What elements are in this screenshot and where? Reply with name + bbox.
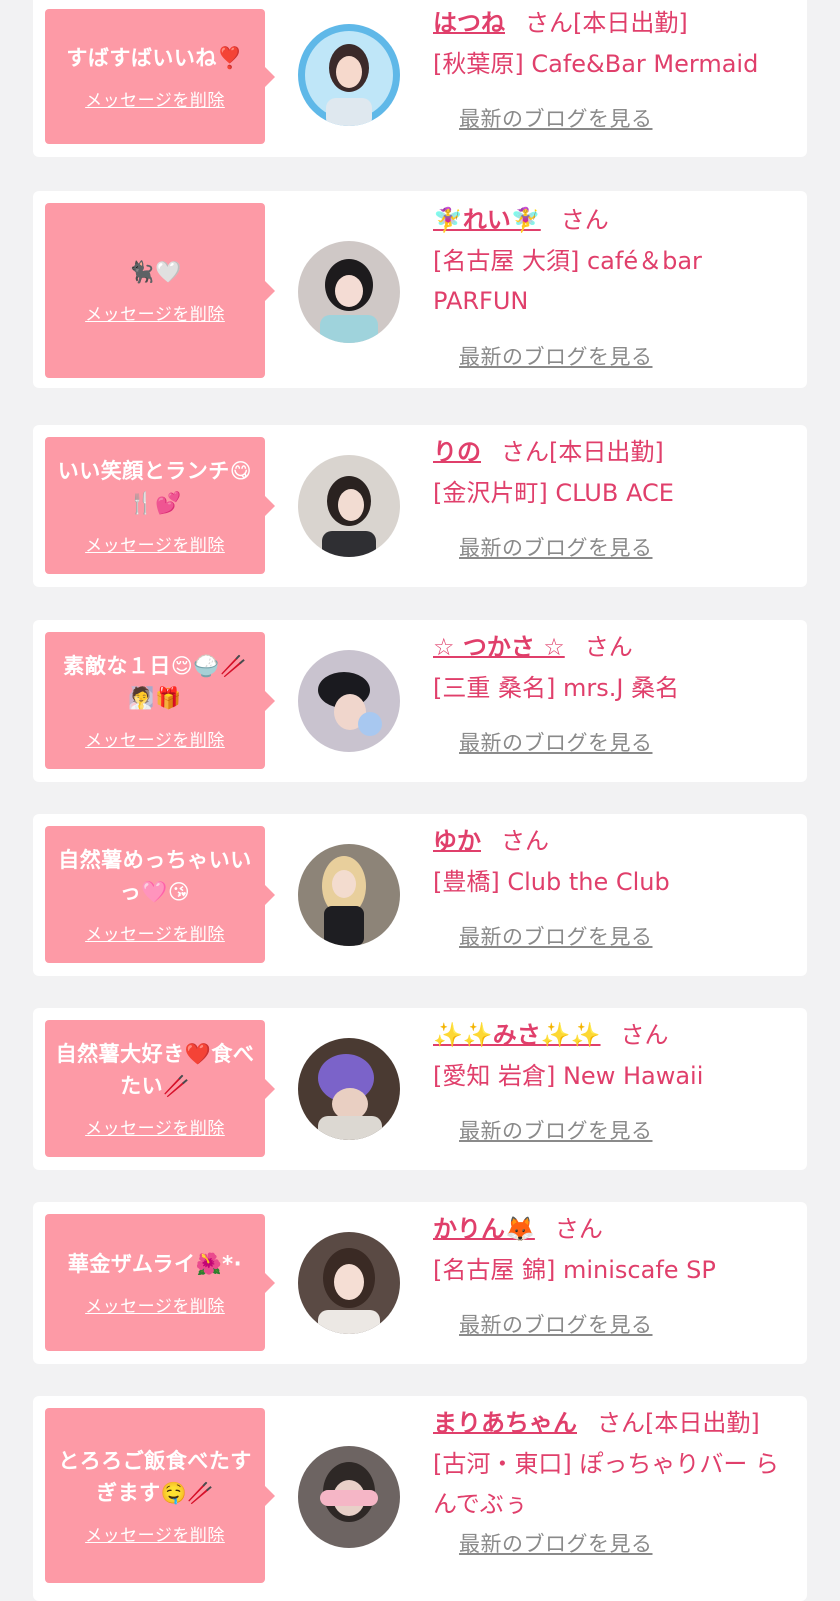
- avatar[interactable]: [298, 24, 400, 126]
- message-text: とろろご飯食べたすぎます🤤🥢: [58, 1449, 252, 1505]
- message-bubble: 素敵な１日😌🍚🥢🧖🎁 メッセージを削除: [45, 632, 275, 769]
- delete-message-link[interactable]: メッセージを削除: [85, 920, 225, 945]
- latest-blog-link[interactable]: 最新のブログを見る: [459, 341, 653, 371]
- message-card: 自然薯めっちゃいいっ🩷😘 メッセージを削除 ゆか さん [豊橋] Club the…: [33, 814, 807, 976]
- message-card: 素敵な１日😌🍚🥢🧖🎁 メッセージを削除 ☆ つかさ ☆ さん [三重 桑名] mr…: [33, 620, 807, 782]
- message-text: 自然薯めっちゃいいっ🩷😘: [58, 848, 252, 904]
- delete-message-link[interactable]: メッセージを削除: [85, 1292, 225, 1317]
- latest-blog-link[interactable]: 最新のブログを見る: [459, 532, 653, 562]
- latest-blog-link[interactable]: 最新のブログを見る: [459, 921, 653, 951]
- cast-info: はつね さん[本日出勤] [秋葉原] Cafe&Bar Mermaid: [433, 6, 793, 84]
- cast-info: ☆ つかさ ☆ さん [三重 桑名] mrs.J 桑名: [433, 630, 793, 708]
- latest-blog-link[interactable]: 最新のブログを見る: [459, 1115, 653, 1145]
- avatar[interactable]: [298, 241, 400, 343]
- message-card: とろろご飯食べたすぎます🤤🥢 メッセージを削除 まりあちゃん さん[本日出勤] […: [33, 1396, 807, 1601]
- avatar-photo-icon: [298, 844, 400, 946]
- cast-info: まりあちゃん さん[本日出勤] [古河・東口] ぽっちゃりバー らんでぶぅ: [433, 1406, 793, 1524]
- message-text: すばすばいいね❣️: [66, 46, 244, 70]
- cast-info: ゆか さん [豊橋] Club the Club: [433, 824, 793, 902]
- latest-blog-link[interactable]: 最新のブログを見る: [459, 1309, 653, 1339]
- cast-info: 🧚‍♀️れい🧚‍♀️ さん [名古屋 大須] café＆bar PARFUN: [433, 203, 793, 321]
- message-text: 🐈‍⬛🤍: [128, 260, 182, 284]
- delete-message-link[interactable]: メッセージを削除: [85, 1114, 225, 1139]
- shop-label: [名古屋 錦] miniscafe SP: [433, 1256, 716, 1284]
- cast-name-link[interactable]: まりあちゃん: [433, 1409, 577, 1437]
- delete-message-link[interactable]: メッセージを削除: [85, 1521, 225, 1546]
- message-card: 🐈‍⬛🤍 メッセージを削除 🧚‍♀️れい🧚‍♀️ さん [名古屋 大須] café…: [33, 191, 807, 388]
- avatar-photo-icon: [298, 24, 400, 126]
- latest-blog-link[interactable]: 最新のブログを見る: [459, 103, 653, 133]
- avatar[interactable]: [298, 1232, 400, 1334]
- message-bubble: とろろご飯食べたすぎます🤤🥢 メッセージを削除: [45, 1408, 275, 1583]
- message-card: すばすばいいね❣️ メッセージを削除 はつね さん[本日出勤] [秋葉原] Caf…: [33, 0, 807, 157]
- honorific-label: さん: [584, 633, 633, 661]
- cast-info: ✨✨みさ✨✨ さん [愛知 岩倉] New Hawaii: [433, 1018, 793, 1096]
- avatar[interactable]: [298, 1038, 400, 1140]
- message-text: 自然薯大好き❤️食べたい🥢: [55, 1042, 255, 1098]
- honorific-label: さん: [554, 1215, 603, 1243]
- delete-message-link[interactable]: メッセージを削除: [85, 300, 225, 325]
- message-text: 素敵な１日😌🍚🥢🧖🎁: [63, 654, 247, 710]
- honorific-label: さん: [501, 827, 549, 855]
- avatar[interactable]: [298, 455, 400, 557]
- message-list: すばすばいいね❣️ メッセージを削除 はつね さん[本日出勤] [秋葉原] Caf…: [0, 0, 840, 1601]
- delete-message-link[interactable]: メッセージを削除: [85, 86, 225, 111]
- avatar-photo-icon: [298, 1232, 400, 1334]
- message-card: 自然薯大好き❤️食べたい🥢 メッセージを削除 ✨✨みさ✨✨ さん [愛知 岩倉] …: [33, 1008, 807, 1170]
- shop-label: [金沢片町] CLUB ACE: [433, 479, 674, 507]
- shop-label: [古河・東口] ぽっちゃりバー らんでぶぅ: [433, 1450, 779, 1518]
- cast-name-link[interactable]: ✨✨みさ✨✨: [433, 1021, 601, 1049]
- message-bubble: 華金ザムライ🌺*· メッセージを削除: [45, 1214, 275, 1351]
- message-text: 華金ザムライ🌺*·: [67, 1252, 243, 1276]
- message-bubble: いい笑顔とランチ😋🍴💕 メッセージを削除: [45, 437, 275, 574]
- avatar-photo-icon: [298, 241, 400, 343]
- avatar-photo-icon: [298, 455, 400, 557]
- cast-name-link[interactable]: ゆか: [433, 827, 481, 855]
- avatar[interactable]: [298, 1446, 400, 1548]
- message-bubble: 自然薯めっちゃいいっ🩷😘 メッセージを削除: [45, 826, 275, 963]
- message-bubble: 🐈‍⬛🤍 メッセージを削除: [45, 203, 275, 378]
- message-bubble: 自然薯大好き❤️食べたい🥢 メッセージを削除: [45, 1020, 275, 1157]
- honorific-label: さん[本日出勤]: [597, 1409, 760, 1437]
- avatar-photo-icon: [298, 650, 400, 752]
- honorific-label: さん: [620, 1021, 669, 1049]
- delete-message-link[interactable]: メッセージを削除: [85, 531, 225, 556]
- message-bubble: すばすばいいね❣️ メッセージを削除: [45, 9, 275, 144]
- avatar-photo-icon: [298, 1038, 400, 1140]
- cast-name-link[interactable]: かりん🦊: [433, 1215, 535, 1243]
- message-text: いい笑顔とランチ😋🍴💕: [57, 459, 253, 515]
- shop-label: [名古屋 大須] café＆bar PARFUN: [433, 247, 702, 315]
- latest-blog-link[interactable]: 最新のブログを見る: [459, 727, 653, 757]
- latest-blog-link[interactable]: 最新のブログを見る: [459, 1528, 653, 1558]
- message-card: 華金ザムライ🌺*· メッセージを削除 かりん🦊 さん [名古屋 錦] minisc…: [33, 1202, 807, 1364]
- honorific-label: さん: [560, 206, 609, 234]
- cast-name-link[interactable]: ☆ つかさ ☆: [433, 633, 565, 661]
- cast-info: りの さん[本日出勤] [金沢片町] CLUB ACE: [433, 435, 793, 513]
- honorific-label: さん[本日出勤]: [501, 438, 664, 466]
- shop-label: [豊橋] Club the Club: [433, 868, 670, 896]
- cast-name-link[interactable]: りの: [433, 438, 481, 466]
- cast-name-link[interactable]: はつね: [433, 9, 505, 37]
- cast-info: かりん🦊 さん [名古屋 錦] miniscafe SP: [433, 1212, 793, 1290]
- message-card: いい笑顔とランチ😋🍴💕 メッセージを削除 りの さん[本日出勤] [金沢片町] C…: [33, 425, 807, 587]
- avatar[interactable]: [298, 650, 400, 752]
- avatar[interactable]: [298, 844, 400, 946]
- avatar-photo-icon: [298, 1446, 400, 1548]
- delete-message-link[interactable]: メッセージを削除: [85, 726, 225, 751]
- shop-label: [愛知 岩倉] New Hawaii: [433, 1062, 704, 1090]
- cast-name-link[interactable]: 🧚‍♀️れい🧚‍♀️: [433, 206, 541, 234]
- honorific-label: さん[本日出勤]: [525, 9, 688, 37]
- shop-label: [三重 桑名] mrs.J 桑名: [433, 674, 680, 702]
- shop-label: [秋葉原] Cafe&Bar Mermaid: [433, 50, 759, 78]
